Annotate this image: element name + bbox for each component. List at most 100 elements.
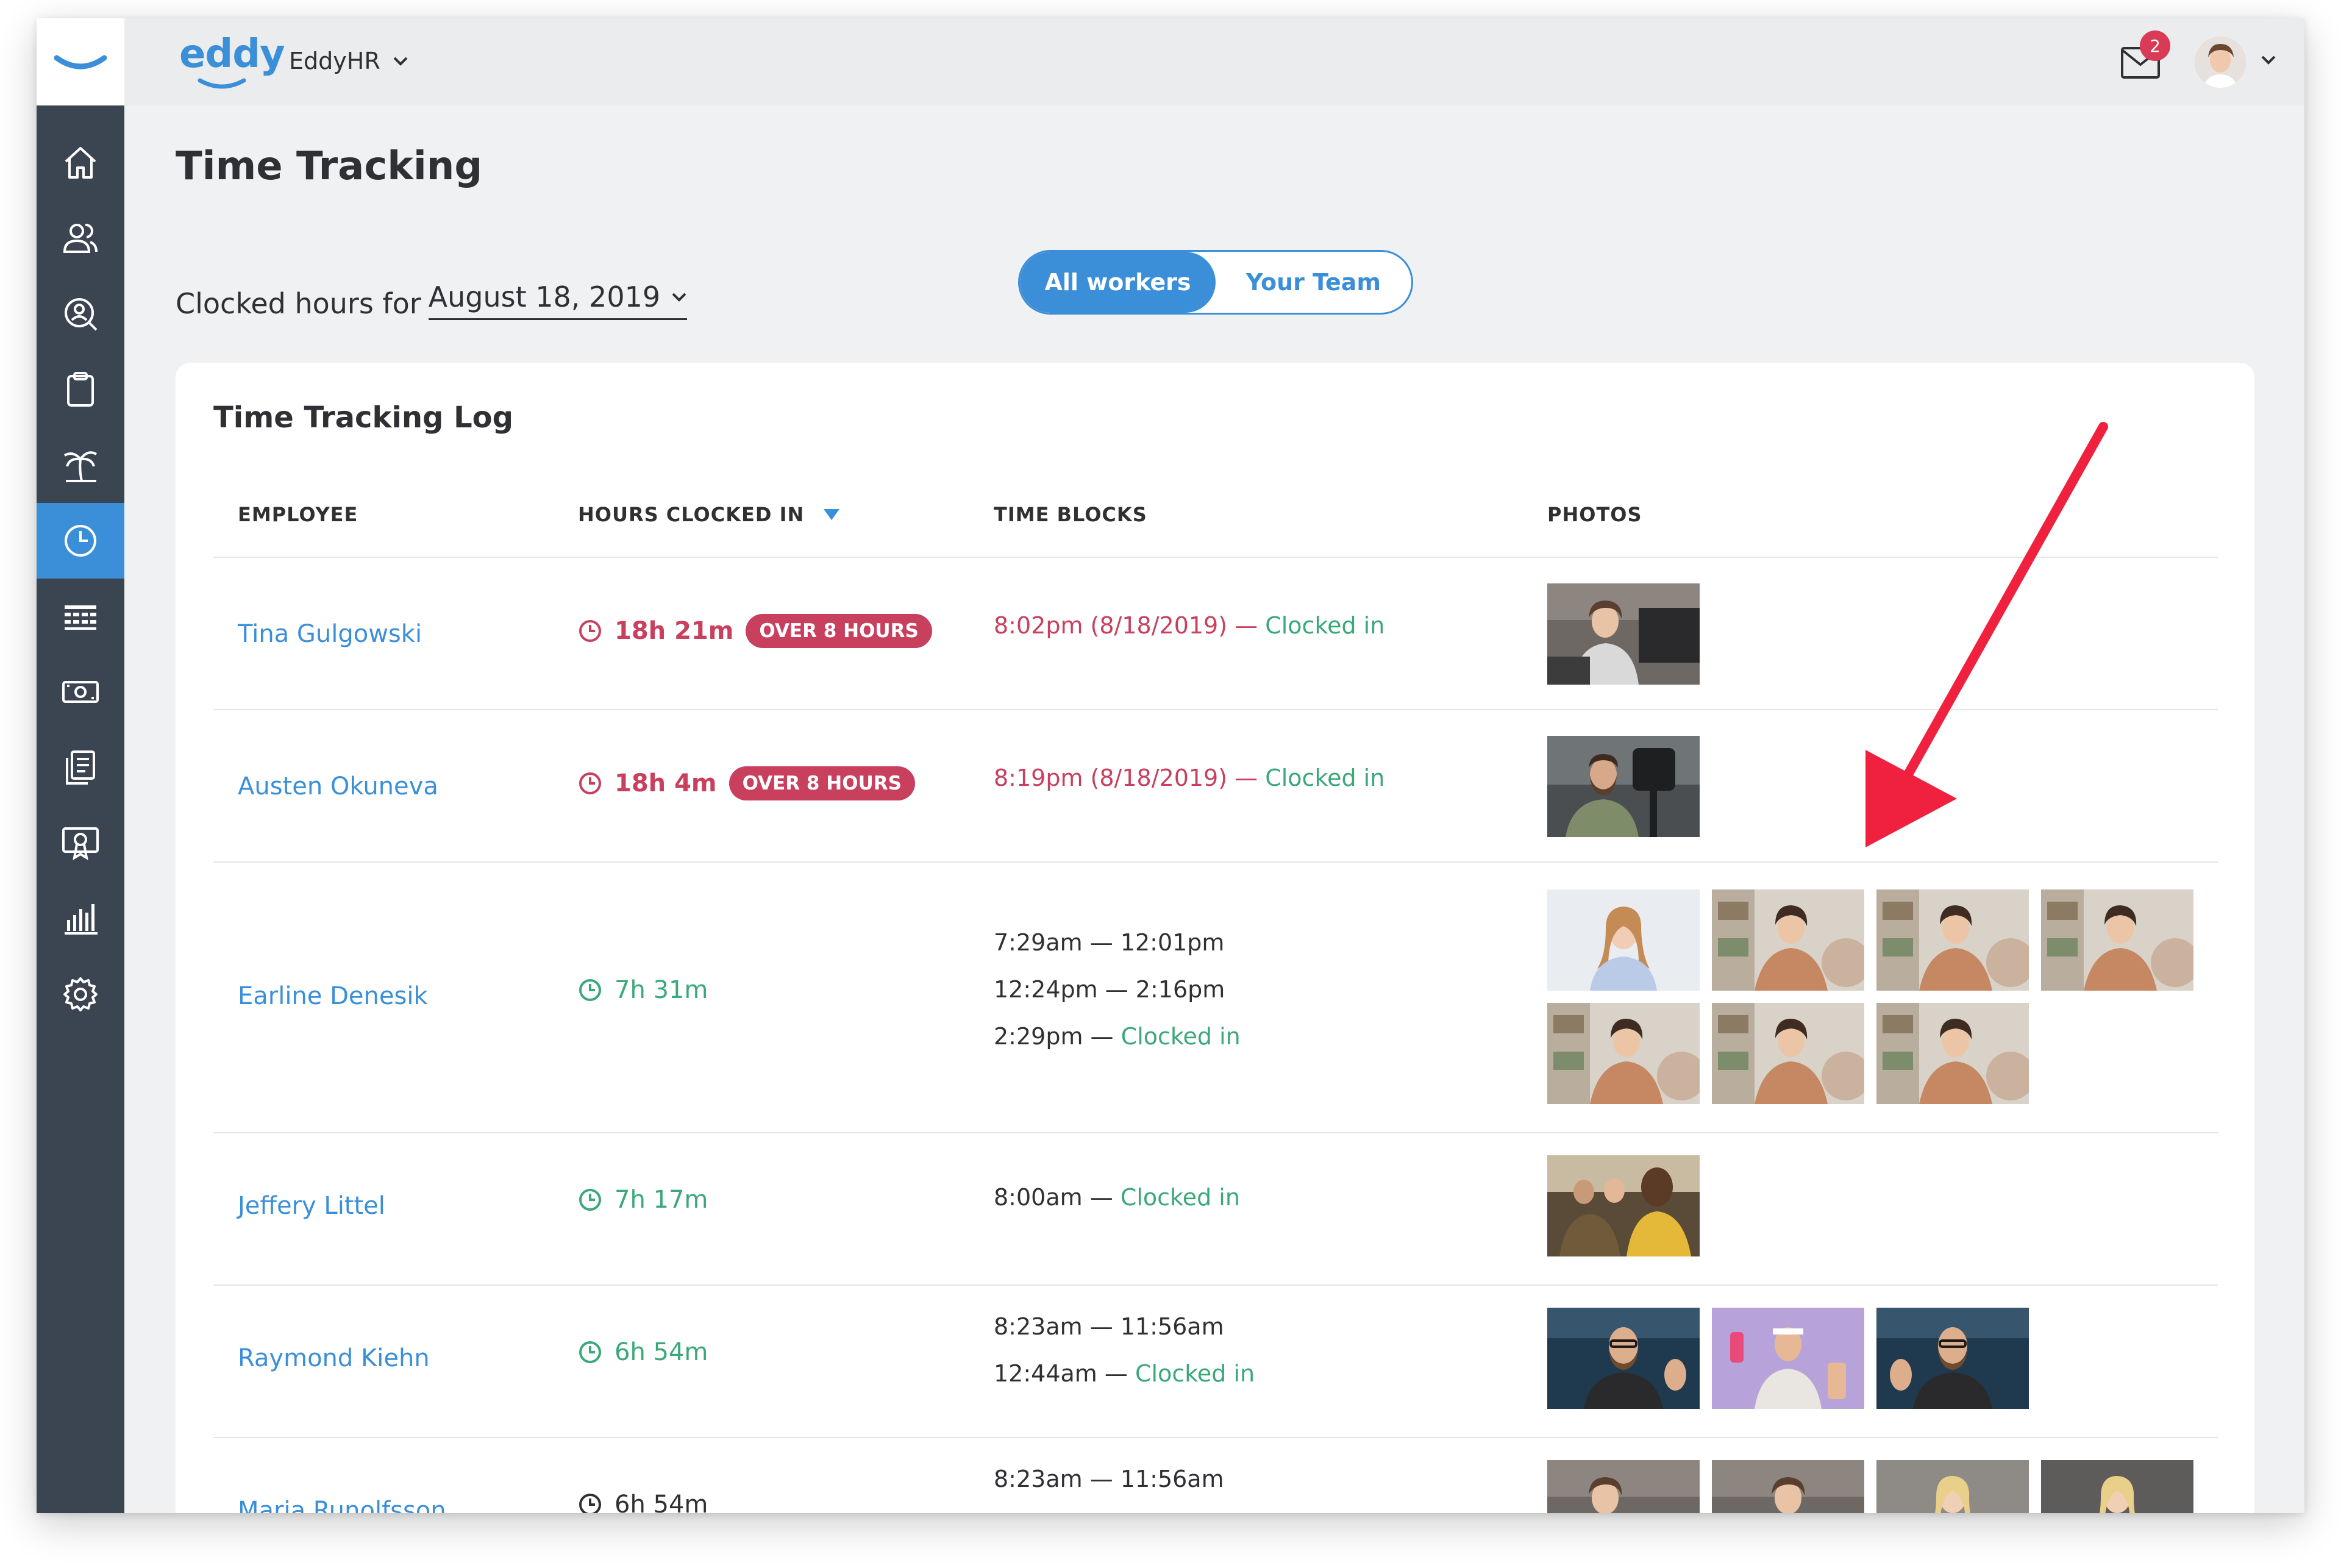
column-header-employee[interactable]: EMPLOYEE bbox=[238, 503, 358, 526]
clock-photo[interactable] bbox=[1547, 1308, 1700, 1409]
brand-logo[interactable]: eddy bbox=[179, 32, 285, 77]
clock-photo[interactable] bbox=[1712, 1460, 1864, 1513]
page-title: Time Tracking bbox=[176, 144, 483, 189]
employee-name-link[interactable]: Jeffery Littel bbox=[238, 1192, 385, 1220]
sidebar-item-documents[interactable] bbox=[37, 730, 124, 805]
clock-photo[interactable] bbox=[2041, 1460, 2193, 1513]
chevron-down-icon[interactable] bbox=[2261, 55, 2276, 65]
photo-image bbox=[1547, 736, 1700, 837]
sidebar-item-reports[interactable] bbox=[37, 881, 124, 957]
clock-photo[interactable] bbox=[1712, 1003, 1864, 1104]
clock-photo[interactable] bbox=[1876, 1460, 2029, 1513]
row-divider bbox=[213, 1132, 2218, 1133]
tab-your-team[interactable]: Your Team bbox=[1216, 252, 1411, 313]
time-block: 8:23am — 11:56am bbox=[994, 1465, 1224, 1492]
home-icon bbox=[65, 147, 96, 179]
time-block: 8:19pm (8/18/2019) — Clocked in bbox=[994, 754, 1384, 801]
employee-name-link[interactable]: Maria Runolfsson bbox=[238, 1497, 446, 1513]
clock-photo[interactable] bbox=[1547, 583, 1700, 685]
clock-photo[interactable] bbox=[1547, 1460, 1700, 1513]
time-block: 8:23am — 11:56am bbox=[994, 1313, 1224, 1340]
top-bar: eddy EddyHR 2 bbox=[124, 18, 2304, 105]
clocked-in-status: Clocked in bbox=[1135, 1360, 1255, 1387]
time-blocks-cell: 7:29am — 12:01pm 12:24pm — 2:16pm 2:29pm… bbox=[994, 919, 1241, 1060]
photo-image bbox=[1876, 1308, 2029, 1409]
time-blocks-cell: 8:23am — 11:56am 12:52pm — 4:18pm bbox=[994, 1455, 1225, 1514]
time-block: 2:29pm — Clocked in bbox=[994, 1013, 1241, 1060]
column-header-hours[interactable]: HOURS CLOCKED IN bbox=[578, 503, 841, 526]
eddy-smile-logo-icon bbox=[54, 55, 107, 69]
sidebar-item-payroll-grid[interactable] bbox=[37, 579, 124, 654]
hours-value: 7h 17m bbox=[615, 1186, 708, 1214]
hours-cell: 7h 31m bbox=[578, 976, 708, 1004]
clock-photo[interactable] bbox=[2041, 889, 2193, 991]
documents-icon bbox=[66, 750, 95, 785]
sidebar-item-tasks[interactable] bbox=[37, 352, 124, 427]
photo-image bbox=[1876, 889, 2029, 991]
sidebar-item-settings[interactable] bbox=[37, 957, 124, 1032]
column-header-label: PHOTOS bbox=[1547, 503, 1642, 526]
user-avatar[interactable] bbox=[2195, 37, 2246, 88]
sidebar-item-recruiting[interactable] bbox=[37, 276, 124, 352]
gear-icon bbox=[63, 977, 98, 1011]
clock-photo[interactable] bbox=[1547, 889, 1700, 991]
clock-photo[interactable] bbox=[1712, 1308, 1864, 1409]
brand-smile-icon bbox=[198, 78, 246, 89]
time-block: 8:00am — Clocked in bbox=[994, 1174, 1240, 1221]
annotation-arrow-icon bbox=[1865, 422, 2108, 847]
column-header-photos[interactable]: PHOTOS bbox=[1547, 503, 1642, 526]
employee-name-link[interactable]: Tina Gulgowski bbox=[238, 620, 422, 648]
photo-image bbox=[1547, 1308, 1700, 1409]
sidebar-logo[interactable] bbox=[37, 18, 124, 105]
sidebar-item-payroll[interactable] bbox=[37, 654, 124, 730]
photo-image bbox=[1547, 889, 1700, 991]
hours-value: 6h 54m bbox=[615, 1491, 708, 1513]
time-blocks-cell: 8:00am — Clocked in bbox=[994, 1174, 1240, 1221]
date-selector[interactable]: August 18, 2019 bbox=[428, 280, 688, 320]
palm-tree-icon bbox=[64, 451, 97, 482]
sidebar-item-time-tracking[interactable] bbox=[37, 503, 124, 579]
chevron-down-icon bbox=[672, 293, 686, 302]
clock-photo[interactable] bbox=[1876, 1003, 2029, 1104]
company-switcher[interactable]: EddyHR bbox=[289, 48, 408, 74]
certificate-icon bbox=[62, 827, 99, 860]
column-header-label: EMPLOYEE bbox=[238, 503, 358, 526]
time-blocks-cell: 8:02pm (8/18/2019) — Clocked in bbox=[994, 602, 1384, 649]
clipboard-icon bbox=[67, 372, 94, 407]
clock-photo[interactable] bbox=[1876, 1308, 2029, 1409]
clock-photo[interactable] bbox=[1547, 1003, 1700, 1104]
photo-image bbox=[1712, 1003, 1864, 1104]
employee-name-link[interactable]: Raymond Kiehn bbox=[238, 1344, 430, 1372]
chevron-down-icon bbox=[393, 57, 408, 66]
hours-value: 6h 54m bbox=[615, 1338, 708, 1366]
sidebar-item-time-off[interactable] bbox=[37, 427, 124, 503]
clock-photo[interactable] bbox=[1712, 889, 1864, 991]
sidebar-item-training[interactable] bbox=[37, 805, 124, 881]
time-block-range: 2:29pm — bbox=[994, 1022, 1114, 1050]
clock-icon bbox=[579, 1189, 601, 1211]
clock-icon bbox=[579, 772, 601, 794]
column-header-time-blocks[interactable]: TIME BLOCKS bbox=[994, 503, 1147, 526]
hours-cell: 6h 54m bbox=[578, 1491, 708, 1513]
hours-value: 7h 31m bbox=[615, 976, 708, 1004]
sidebar-item-people[interactable] bbox=[37, 201, 124, 276]
company-name: EddyHR bbox=[289, 48, 380, 74]
time-block-range: 8:19pm (8/18/2019) — bbox=[994, 764, 1258, 791]
employee-name-link[interactable]: Austen Okuneva bbox=[238, 772, 438, 800]
employee-name-link[interactable]: Earline Denesik bbox=[238, 982, 428, 1010]
clock-photo[interactable] bbox=[1547, 1155, 1700, 1256]
photo-image bbox=[1876, 1003, 2029, 1104]
column-header-label: HOURS CLOCKED IN bbox=[578, 503, 805, 526]
hours-cell: 18h 4m OVER 8 HOURS bbox=[578, 766, 915, 800]
photo-image bbox=[1547, 1003, 1700, 1104]
clocked-hours-label: Clocked hours for bbox=[176, 287, 421, 320]
sidebar bbox=[37, 18, 124, 1513]
date-value: August 18, 2019 bbox=[428, 280, 661, 313]
time-block: 7:29am — 12:01pm bbox=[994, 928, 1225, 956]
sidebar-item-home[interactable] bbox=[37, 125, 124, 201]
clock-photo[interactable] bbox=[1547, 736, 1700, 837]
people-icon bbox=[63, 223, 98, 253]
tab-all-workers[interactable]: All workers bbox=[1020, 252, 1216, 313]
over-hours-badge: OVER 8 HOURS bbox=[746, 614, 932, 648]
clock-photo[interactable] bbox=[1876, 889, 2029, 991]
